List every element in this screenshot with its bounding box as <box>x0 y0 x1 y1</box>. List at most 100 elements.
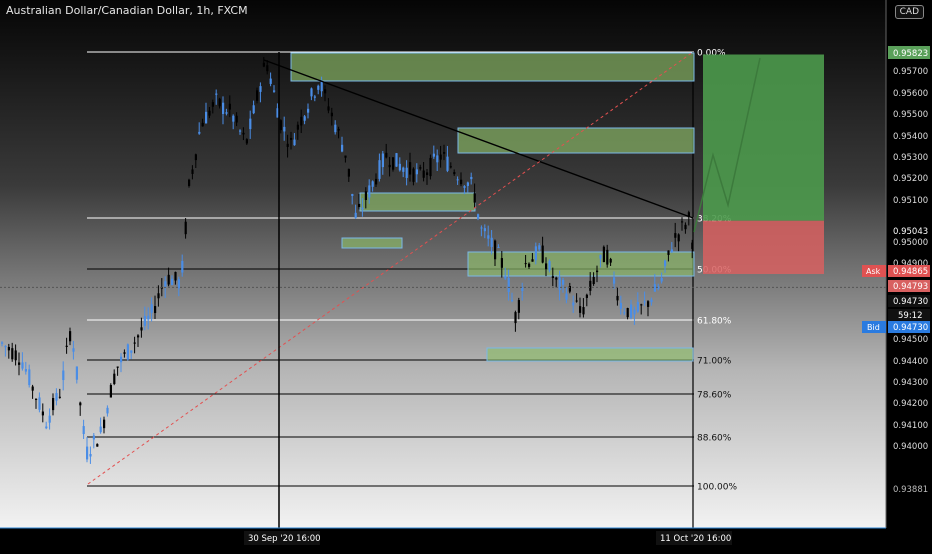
candle-body <box>490 237 493 247</box>
candle-body <box>361 207 364 210</box>
candle-body <box>266 65 269 72</box>
candle-body <box>691 242 694 249</box>
candle-body <box>164 281 167 288</box>
candle-body <box>174 271 177 281</box>
candle-body <box>45 426 48 429</box>
candle-body <box>551 276 554 278</box>
candle-body <box>602 246 605 263</box>
candle-body <box>249 118 252 130</box>
candle-body <box>354 212 357 219</box>
candle-body <box>511 299 514 302</box>
candle-body <box>177 279 180 289</box>
candle-body <box>684 224 687 230</box>
candle-body <box>524 263 527 265</box>
stop-price-label: 0.94793 <box>893 282 928 292</box>
candle-body <box>181 260 184 273</box>
candle-body <box>262 62 265 67</box>
candle-body <box>228 103 231 110</box>
candle-body <box>381 153 384 168</box>
candle-body <box>96 444 99 447</box>
profit-zone <box>703 54 824 221</box>
candle-body <box>541 245 544 263</box>
candle-body <box>21 362 24 369</box>
candle-body <box>633 309 636 315</box>
candle-body <box>385 152 388 158</box>
candle-body <box>388 164 391 168</box>
candle-body <box>422 170 425 178</box>
candle-body <box>470 176 473 180</box>
price-tick-label: 0.94100 <box>893 421 928 431</box>
fib-level-label: 100.00% <box>697 483 737 493</box>
candle-body <box>419 167 422 169</box>
candle-body <box>334 124 337 133</box>
candle-body <box>320 81 323 92</box>
chart-title: Australian Dollar/Canadian Dollar, 1h, F… <box>6 4 248 17</box>
candle-body <box>378 160 381 179</box>
candle-body <box>562 279 565 285</box>
candle-body <box>35 398 38 400</box>
candle-body <box>65 345 68 347</box>
candle-body <box>575 300 578 302</box>
price-tick-label: 0.94300 <box>893 378 928 388</box>
candle-body <box>497 247 500 249</box>
candle-body <box>415 169 418 175</box>
chart[interactable]: 0.00%38.20%50.00%61.80%71.00%78.60%88.60… <box>0 0 932 550</box>
candle-body <box>259 86 262 92</box>
zone-rectangle <box>290 52 695 82</box>
candle-body <box>167 274 170 285</box>
candle-body <box>517 300 520 313</box>
fib-level-label: 71.00% <box>697 357 732 367</box>
candle-body <box>487 235 490 239</box>
candle-body <box>109 384 112 398</box>
candle-body <box>239 130 242 132</box>
candle-body <box>269 78 272 84</box>
candle-body <box>242 132 245 135</box>
candle-body <box>337 128 340 131</box>
candle-body <box>667 250 670 255</box>
candle-body <box>409 162 412 175</box>
candle-body <box>398 163 401 171</box>
candle-body <box>150 304 153 313</box>
zone-rectangle <box>486 347 694 362</box>
candle-body <box>344 155 347 158</box>
candle-body <box>606 249 609 265</box>
candle-body <box>198 131 201 134</box>
price-tick-label: 0.94400 <box>893 357 928 367</box>
candle-body <box>296 124 299 130</box>
candle-body <box>392 157 395 170</box>
candle-body <box>24 369 27 372</box>
candle-body <box>48 415 51 423</box>
candle-body <box>120 356 123 363</box>
candle-body <box>205 111 208 124</box>
bid-tag-label: Bid <box>867 323 880 332</box>
candle-body <box>677 234 680 242</box>
candle-body <box>579 306 582 313</box>
currency-badge[interactable]: CAD <box>894 5 924 19</box>
candle-body <box>89 454 92 457</box>
candle-body <box>4 345 7 348</box>
candle-body <box>215 93 218 95</box>
candle-body <box>279 120 282 131</box>
candle-body <box>664 260 667 267</box>
price-tick-label: 0.95600 <box>893 89 928 99</box>
chart-canvas[interactable]: 0.00%38.20%50.00%61.80%71.00%78.60%88.60… <box>0 0 932 550</box>
candle-body <box>252 105 255 114</box>
candle-body <box>286 143 289 147</box>
candle-body <box>235 115 238 123</box>
candle-body <box>52 398 55 411</box>
candle-body <box>483 228 486 232</box>
candle-body <box>126 344 129 360</box>
candle-body <box>426 172 429 176</box>
candle-body <box>545 263 548 270</box>
candle-body <box>538 245 541 250</box>
candle-body <box>439 154 442 160</box>
candle-body <box>99 426 102 433</box>
candle-body <box>330 112 333 117</box>
candle-body <box>358 203 361 208</box>
candle-body <box>222 102 225 115</box>
candle-body <box>568 286 571 292</box>
candle-body <box>429 157 432 177</box>
target-price-label: 0.95823 <box>893 49 928 59</box>
candle-body <box>630 304 633 318</box>
candle-body <box>643 301 646 303</box>
